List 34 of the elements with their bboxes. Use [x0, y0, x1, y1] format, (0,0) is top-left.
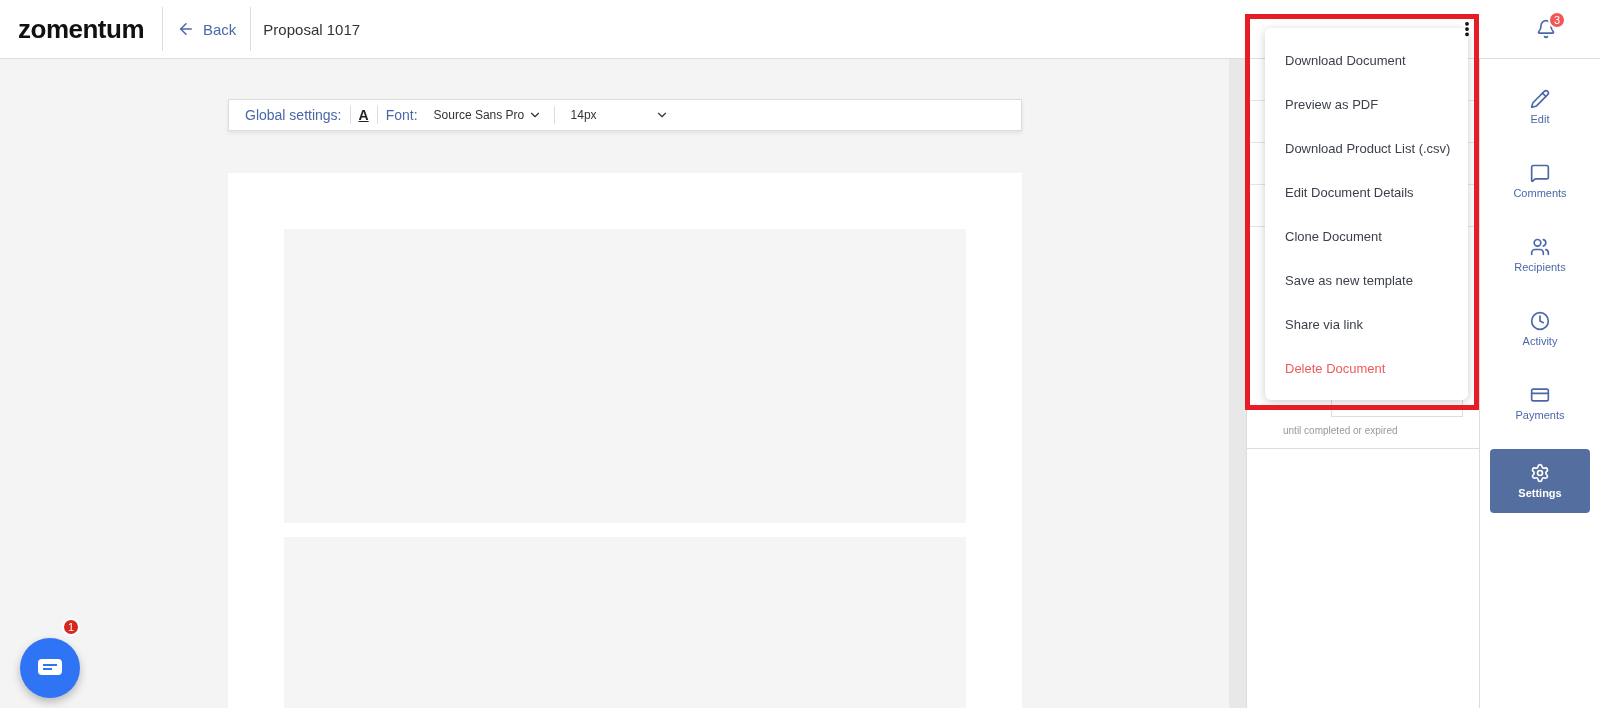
bell-icon[interactable]	[1536, 19, 1556, 39]
size-select[interactable]: 14px	[562, 108, 673, 122]
sidebar-tab[interactable]: Comments	[1490, 153, 1590, 209]
toolbar-label: Global settings:	[245, 107, 342, 123]
logo: zomentum	[17, 13, 145, 45]
menu-item[interactable]: Share via link	[1265, 302, 1468, 346]
notification-badge: 3	[1548, 11, 1566, 29]
menu-item[interactable]: Preview as PDF	[1265, 82, 1468, 126]
gear-icon	[1530, 463, 1550, 483]
sidebar-tab[interactable]: Payments	[1490, 375, 1590, 431]
sidebar-tab[interactable]: Settings	[1490, 449, 1590, 513]
pencil-icon	[1530, 89, 1550, 109]
text-color-button[interactable]: A	[358, 107, 369, 123]
menu-item[interactable]: Edit Document Details	[1265, 170, 1468, 214]
scrollbar[interactable]	[1229, 59, 1246, 708]
font-select[interactable]: Source Sans Pro	[425, 108, 546, 122]
users-icon	[1530, 237, 1550, 257]
clock-icon	[1530, 311, 1550, 331]
chat-icon	[37, 658, 63, 678]
chat-button[interactable]	[20, 638, 80, 698]
sidebar-tab[interactable]: Activity	[1490, 301, 1590, 357]
card-icon	[1530, 385, 1550, 405]
back-link[interactable]: Back	[163, 20, 251, 38]
comment-icon	[1530, 163, 1550, 183]
document-title: Proposal 1017	[262, 20, 362, 38]
menu-item[interactable]: Download Document	[1265, 38, 1468, 82]
font-label: Font:	[385, 107, 418, 123]
sidebar-tab[interactable]: Edit	[1490, 79, 1590, 135]
menu-item[interactable]: Clone Document	[1265, 214, 1468, 258]
menu-item[interactable]: Save as new template	[1265, 258, 1468, 302]
sidebar-tab[interactable]: Recipients	[1490, 227, 1590, 283]
menu-item[interactable]: Download Product List (.csv)	[1265, 126, 1468, 170]
chat-badge: 1	[62, 618, 80, 636]
settings-note: until completed or expired	[1247, 417, 1479, 449]
